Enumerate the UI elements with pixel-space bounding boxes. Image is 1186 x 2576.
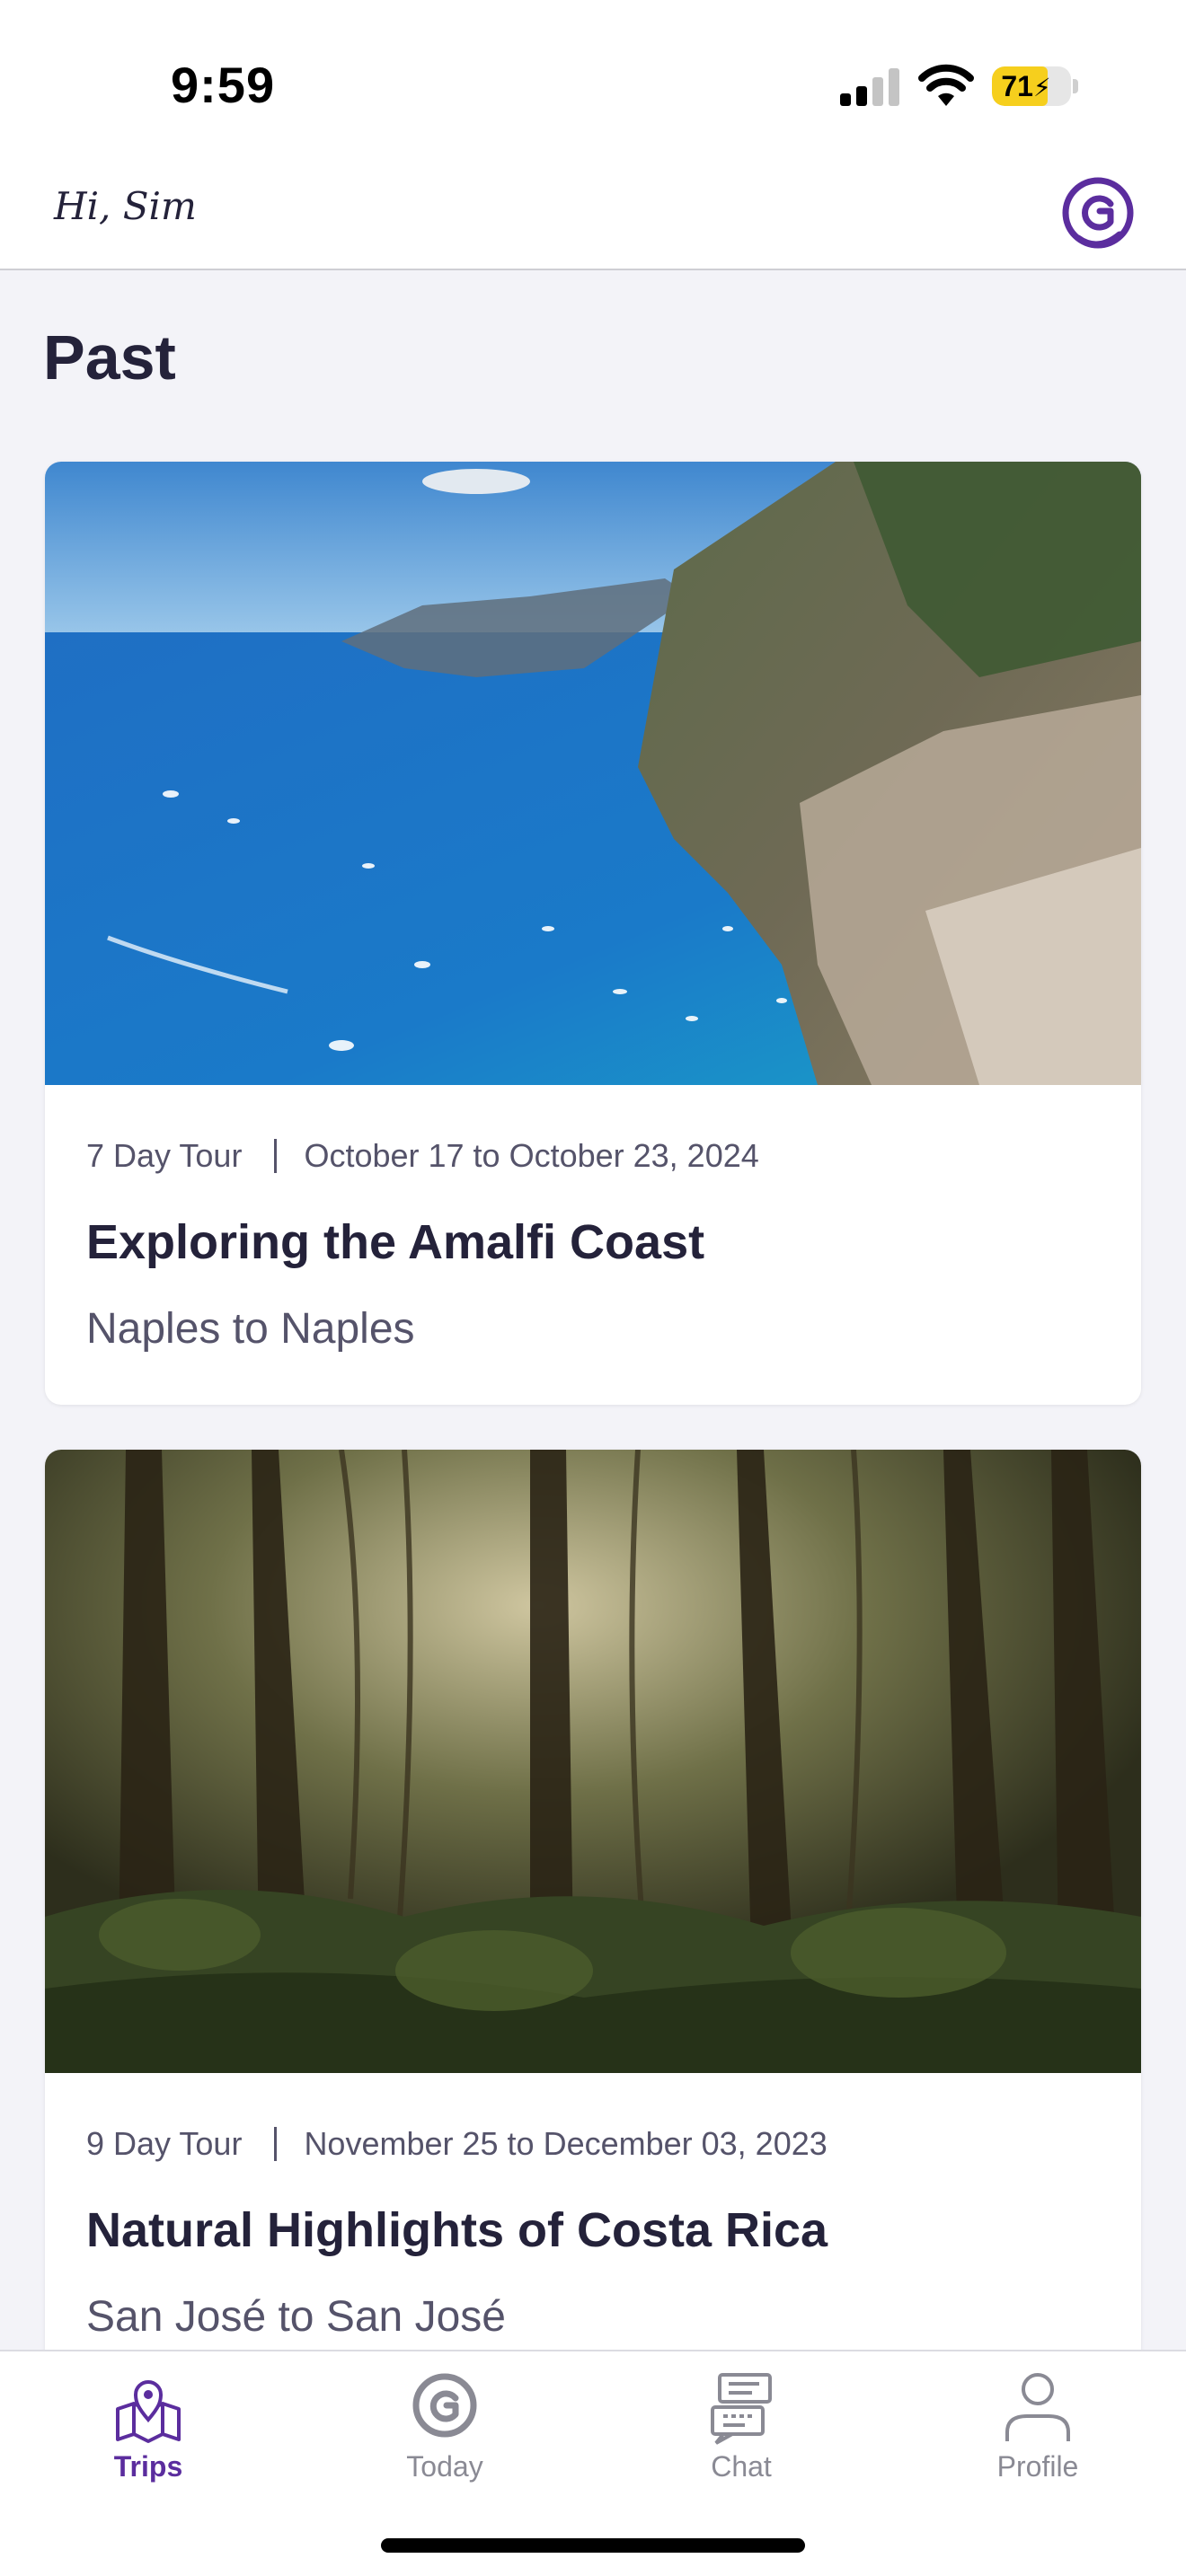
status-time: 9:59 <box>171 57 276 113</box>
tab-label: Profile <box>996 2450 1079 2483</box>
trip-image-coast <box>45 462 1141 1085</box>
tab-profile[interactable]: Profile <box>890 2351 1186 2495</box>
trip-route: Naples to Naples <box>86 1305 415 1353</box>
tab-label: Trips <box>113 2450 183 2483</box>
status-bar: 9:59 71⚡ <box>0 0 1186 166</box>
tab-bar: Trips Today Chat Profile <box>0 2350 1186 2576</box>
trip-title: Natural Highlights of Costa Rica <box>86 2203 828 2257</box>
tab-label: Today <box>406 2450 483 2483</box>
tab-today[interactable]: Today <box>296 2351 593 2495</box>
trip-image-rainforest <box>45 1450 1141 2073</box>
battery-percent: 71⚡ <box>1001 70 1051 102</box>
trip-dates: October 17 to October 23, 2024 <box>304 1137 759 1174</box>
trip-meta: 7 Day Tour October 17 to October 23, 202… <box>86 1137 759 1175</box>
wifi-icon <box>918 64 974 106</box>
meta-divider <box>274 2127 278 2161</box>
app-header: Hi, Sim <box>0 166 1186 270</box>
trip-duration: 7 Day Tour <box>86 1137 243 1174</box>
battery-cap <box>1073 79 1078 93</box>
tab-chat[interactable]: Chat <box>593 2351 890 2495</box>
trip-duration: 9 Day Tour <box>86 2125 243 2162</box>
battery-indicator: 71⚡ <box>992 66 1071 106</box>
section-title-past: Past <box>43 322 176 393</box>
trip-card[interactable]: 9 Day Tour November 25 to December 03, 2… <box>45 1450 1141 2438</box>
g-logo-icon <box>412 2373 477 2438</box>
trip-dates: November 25 to December 03, 2023 <box>304 2125 828 2162</box>
chat-icon <box>711 2373 772 2445</box>
g-circle-brand-icon[interactable] <box>1060 175 1136 251</box>
map-pin-icon <box>116 2380 181 2443</box>
trip-meta: 9 Day Tour November 25 to December 03, 2… <box>86 2125 828 2163</box>
trip-card[interactable]: 7 Day Tour October 17 to October 23, 202… <box>45 462 1141 1405</box>
meta-divider <box>274 1139 278 1173</box>
signal-icon <box>840 68 899 106</box>
greeting: Hi, Sim <box>54 184 197 228</box>
home-indicator[interactable] <box>381 2538 805 2553</box>
tab-label: Chat <box>711 2450 772 2483</box>
tab-trips[interactable]: Trips <box>0 2351 296 2495</box>
trip-route: San José to San José <box>86 2293 506 2341</box>
person-icon <box>1005 2373 1070 2441</box>
trip-title: Exploring the Amalfi Coast <box>86 1215 705 1269</box>
